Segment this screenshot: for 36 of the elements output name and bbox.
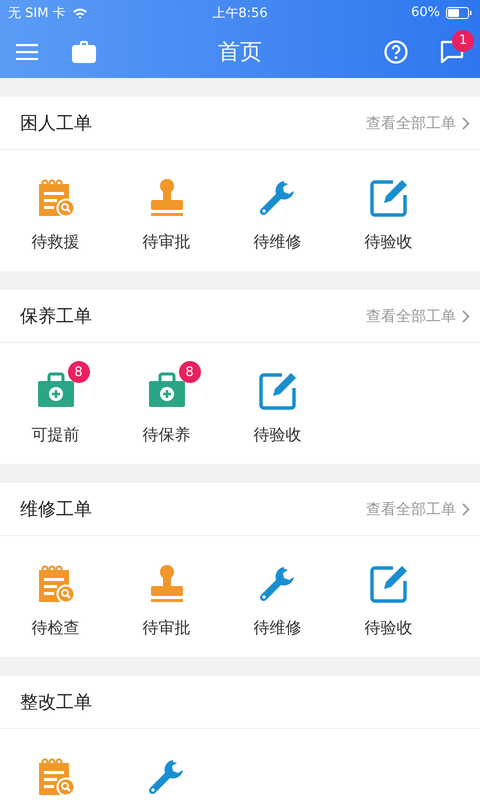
item-label: 待保养 [142, 425, 190, 446]
item-label: 待救援 [32, 232, 80, 253]
wifi-icon [72, 6, 88, 18]
edit-icon[interactable] [368, 178, 408, 218]
item-label: 待验收 [254, 425, 302, 446]
view-all-link[interactable]: 查看全部工单 [366, 306, 470, 326]
item-label: 待维修 [254, 232, 302, 253]
count-badge: 8 [68, 361, 90, 383]
edit-icon[interactable] [368, 564, 408, 604]
chevron-icon [462, 116, 470, 130]
item-label: 待审批 [142, 232, 190, 253]
edit-icon[interactable] [258, 371, 298, 411]
section-title: 困人工单 [20, 112, 92, 135]
view-all-link[interactable]: 查看全部工单 [366, 114, 470, 132]
carrier-text: 无 SIM 卡 [8, 4, 66, 22]
item-label: 待验收 [364, 232, 412, 253]
notification-badge: 1 [452, 30, 474, 52]
section-title: 整改工单 [20, 691, 92, 714]
battery-percent: 60% [411, 5, 440, 20]
clock-text: 上午8:56 [212, 4, 268, 22]
section-title: 保养工单 [20, 305, 92, 328]
briefcase-icon[interactable] [72, 40, 96, 62]
count-badge: 8 [178, 361, 200, 383]
item-label: 待检查 [32, 618, 80, 639]
help-icon[interactable] [384, 40, 408, 64]
section-title: 维修工单 [20, 498, 92, 521]
item-label: 待验收 [364, 618, 412, 639]
view-all-link[interactable]: 查看全部工单 [366, 500, 470, 518]
chevron-icon [462, 502, 470, 516]
battery-icon [446, 6, 472, 18]
chevron-icon [462, 310, 470, 322]
item-label: 待维修 [254, 618, 302, 639]
menu-icon[interactable] [16, 44, 38, 60]
item-label: 可提前 [32, 425, 80, 446]
page-title: 首页 [218, 38, 262, 66]
item-label: 待审批 [142, 618, 190, 639]
